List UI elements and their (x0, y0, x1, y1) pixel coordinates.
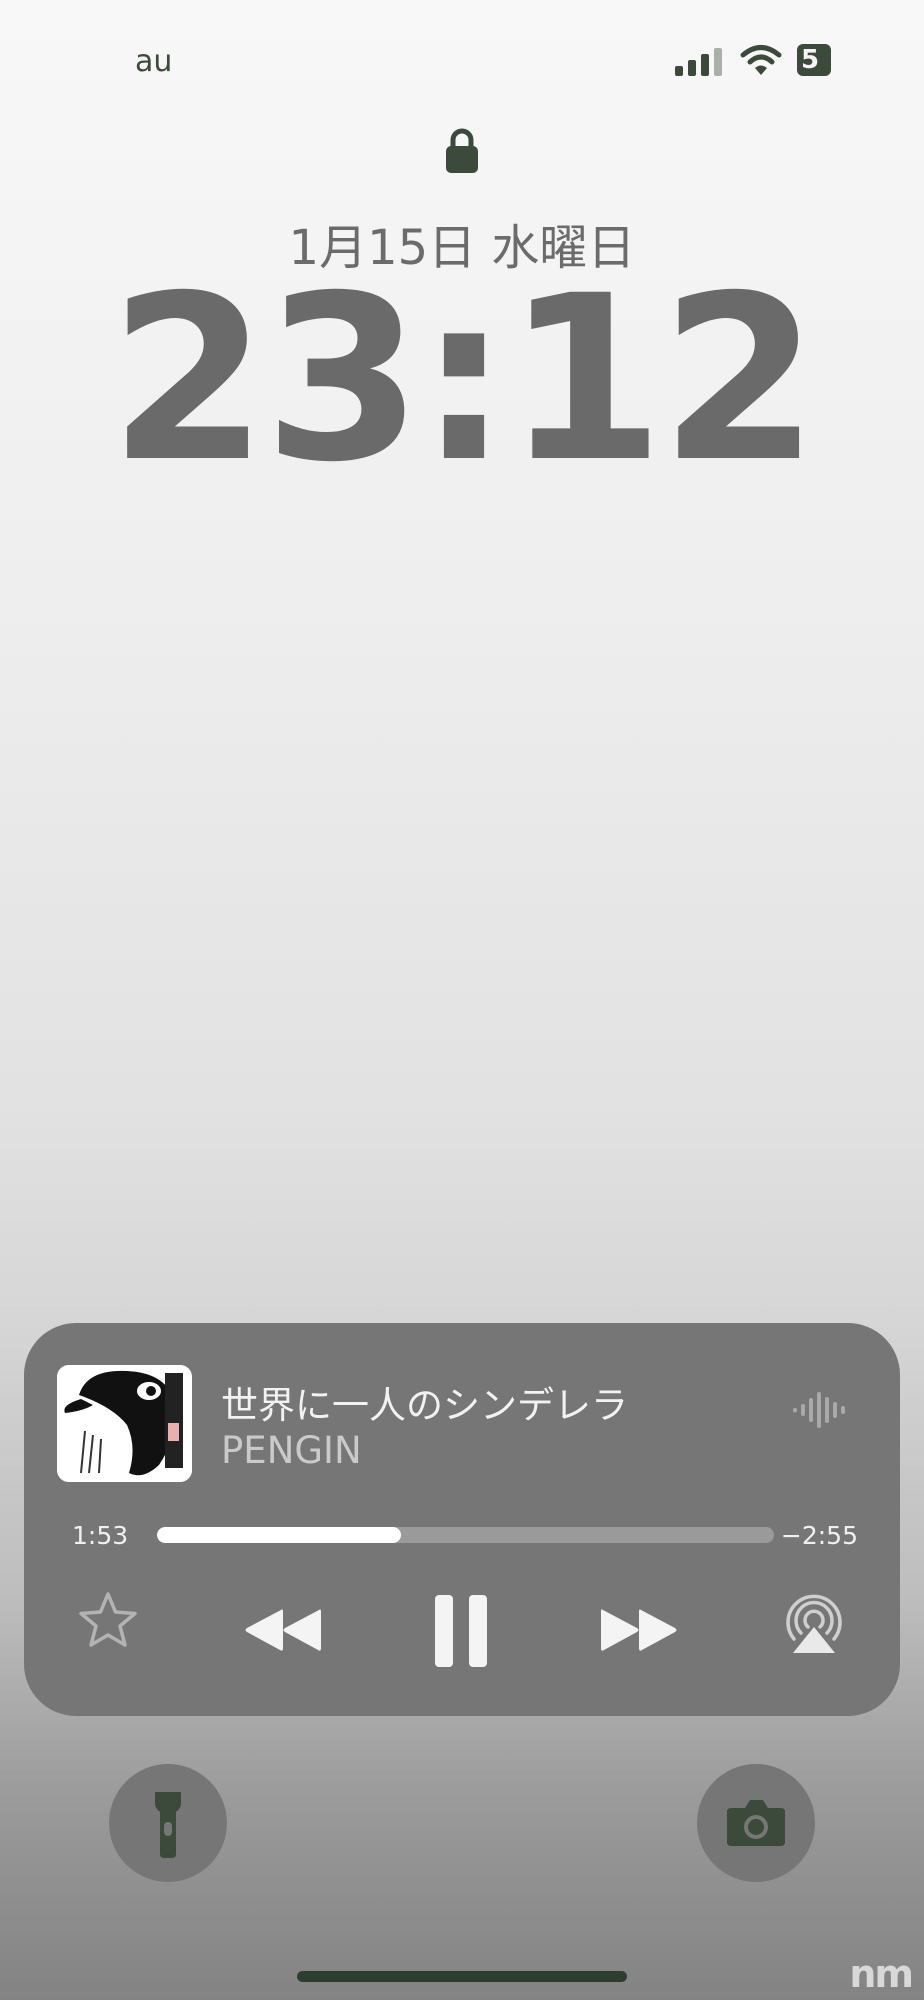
audio-waveform-icon (793, 1392, 845, 1428)
penguin-artwork-icon (57, 1365, 192, 1482)
watermark-logo: nm (849, 1952, 914, 1996)
wifi-icon (740, 45, 782, 75)
battery-level: 5 (801, 45, 820, 75)
lock-icon (446, 128, 478, 173)
rewind-button[interactable] (243, 1606, 321, 1654)
album-artwork[interactable] (57, 1365, 192, 1482)
battery-icon: 5 (797, 44, 831, 76)
playback-progress-bar[interactable] (157, 1527, 774, 1543)
camera-icon (727, 1800, 785, 1846)
home-indicator[interactable] (297, 1971, 627, 1982)
favorite-star-icon[interactable] (78, 1591, 138, 1649)
fast-forward-button[interactable] (601, 1606, 679, 1654)
song-artist[interactable]: PENGIN (221, 1429, 362, 1472)
now-playing-card[interactable]: 世界に一人のシンデレラ PENGIN 1:53 −2:55 (24, 1323, 900, 1716)
elapsed-time: 1:53 (72, 1521, 129, 1550)
carrier-label: au (135, 44, 173, 79)
remaining-time: −2:55 (780, 1521, 858, 1550)
airplay-audio-icon[interactable] (782, 1593, 846, 1655)
flashlight-button[interactable] (109, 1764, 227, 1882)
cellular-signal-icon (675, 46, 723, 76)
pause-button[interactable] (433, 1595, 489, 1667)
flashlight-icon (155, 1792, 181, 1858)
song-title[interactable]: 世界に一人のシンデレラ (221, 1375, 628, 1429)
playback-progress-fill (157, 1527, 401, 1543)
camera-button[interactable] (697, 1764, 815, 1882)
lock-time: 23:12 (109, 246, 819, 512)
